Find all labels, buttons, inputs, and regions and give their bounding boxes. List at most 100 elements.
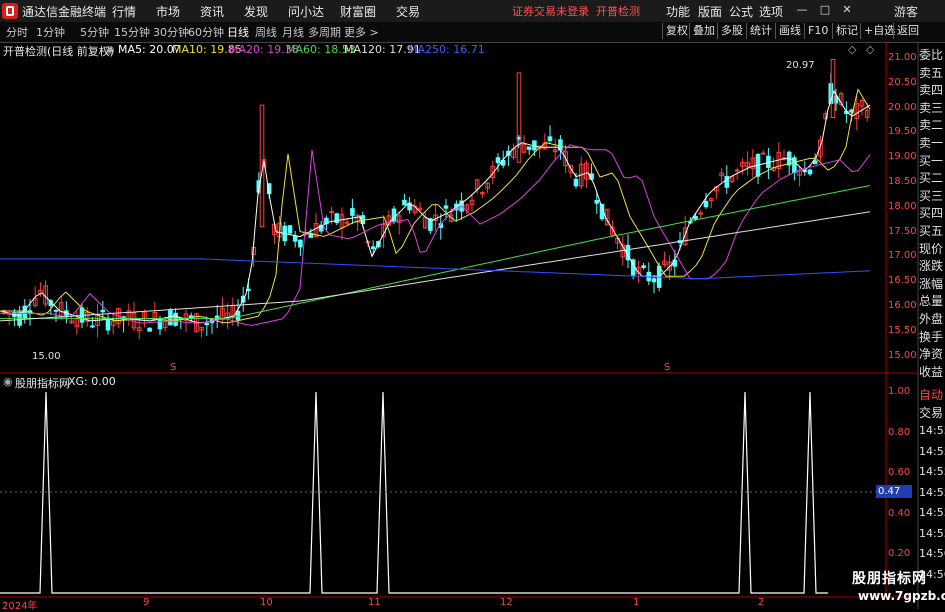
candle-body [641,265,646,268]
candle-body [235,310,241,320]
trade-time: 14:55 [919,526,945,540]
sub-tick: 0.60 [888,467,911,478]
candles [1,58,870,340]
trade-time: 14:55 [919,506,945,519]
signal-marker: S [170,362,177,373]
ma5-line [0,89,871,324]
candle-body [100,309,106,313]
candle-body [402,199,407,206]
price-tick: 17.00 [888,250,917,262]
ma60-line [0,185,871,319]
ma250-line [0,258,871,280]
x-tick: 10 [260,597,273,608]
quote-label: 卖五 [919,65,944,80]
price-tick: 20.00 [888,101,917,113]
low-price-label: 15.00 [32,351,61,362]
x-tick: 2024年 [2,601,38,612]
candle-body [157,318,163,330]
trade-time: 14:56 [919,547,945,560]
sub-tick: 0.40 [888,507,911,519]
quote-label: 净资 [919,347,944,362]
candle-body [147,327,152,332]
quote-label: 收益 [919,364,944,379]
quote-label: 买三 [919,188,944,203]
candle-body [703,200,709,208]
quote-label: 总量 [919,294,944,309]
candle-body [547,136,553,142]
price-tick: 19.00 [888,151,917,163]
quote-label: 现价 [919,241,944,256]
quote-label: 卖四 [919,83,944,98]
trade-time: 14:55 [919,424,945,437]
x-tick: 1 [633,597,640,608]
candle-body [287,225,293,234]
ma-lines [0,88,871,326]
candle-body [812,160,818,165]
candle-body [495,157,501,164]
quote-label: 买四 [919,206,944,221]
price-tick: 21.00 [888,52,917,63]
trade-time: 14:55 [919,485,945,499]
quote-label: 外盘 [919,312,944,326]
signal-marker: S [664,362,671,373]
price-tick: 18.50 [888,176,917,187]
candle-body [807,169,813,175]
ma120-line [0,211,871,322]
sub-indicator-title: 股朋指标网 [15,377,70,390]
trade-time: 14:55 [919,444,945,458]
quote-label: 换手 [919,329,944,344]
trade-time: 14:55 [919,465,945,478]
candle-body [516,72,522,163]
trade-label[interactable]: 交易 [919,404,945,421]
sub-settings-icon[interactable]: ◉ [3,375,13,388]
candle-body [693,215,698,220]
sub-indicator [0,391,886,594]
price-tick: 16.50 [888,275,917,287]
quote-label: 卖二 [919,118,944,133]
quote-label: 卖一 [919,136,944,150]
price-tick: 15.00 [888,349,917,361]
candle-body [594,199,600,204]
candle-body [292,235,298,242]
xg-signal-line [0,391,828,594]
candle-body [350,208,355,216]
price-tick: 15.50 [888,324,917,336]
kline-chart[interactable] [0,0,945,609]
watermark-title: 股朋指标网 [852,571,927,587]
chart-title: 开普检测(日线 前复权) [3,45,115,58]
price-tick: 19.50 [888,126,917,138]
cursor-value-badge: 0.47 [876,485,912,498]
candle-body [698,212,704,215]
candle-body [204,322,210,326]
quote-label: 买二 [919,171,944,186]
candle-body [173,312,178,326]
quote-label: 卖三 [919,100,944,115]
collapse-icon[interactable]: ◇ [866,43,874,56]
candle-body [370,246,376,250]
quote-label: 委比 [919,48,944,62]
price-tick: 17.50 [888,225,917,237]
x-tick: 12 [500,597,513,608]
price-tick: 18.00 [888,200,917,212]
quote-label: 买一 [919,153,944,168]
candle-body [760,152,766,155]
sub-tick: 1.00 [888,386,911,397]
candle-body [734,169,740,172]
high-price-label: 20.97 [786,60,815,71]
auto-label[interactable]: 自动 [919,386,945,403]
x-tick: 2 [758,597,765,608]
candle-body [90,325,95,328]
quote-label: 买五 [919,224,944,238]
sub-tick: 0.80 [888,426,911,438]
candle-body [443,205,449,209]
quote-label: 涨幅 [919,276,944,291]
ma250-label: MA250: 16.71 [408,43,485,56]
diamond-icon[interactable]: ◇ [848,43,856,56]
ma-settings-icon[interactable]: ◉ [105,43,115,56]
candle-body [298,239,303,248]
quote-label: 涨跌 [919,259,944,274]
sub-indicator-value: XG: 0.00 [68,375,116,388]
ma10-line [0,88,871,324]
candle-body [168,309,173,326]
x-tick: 11 [368,597,381,608]
